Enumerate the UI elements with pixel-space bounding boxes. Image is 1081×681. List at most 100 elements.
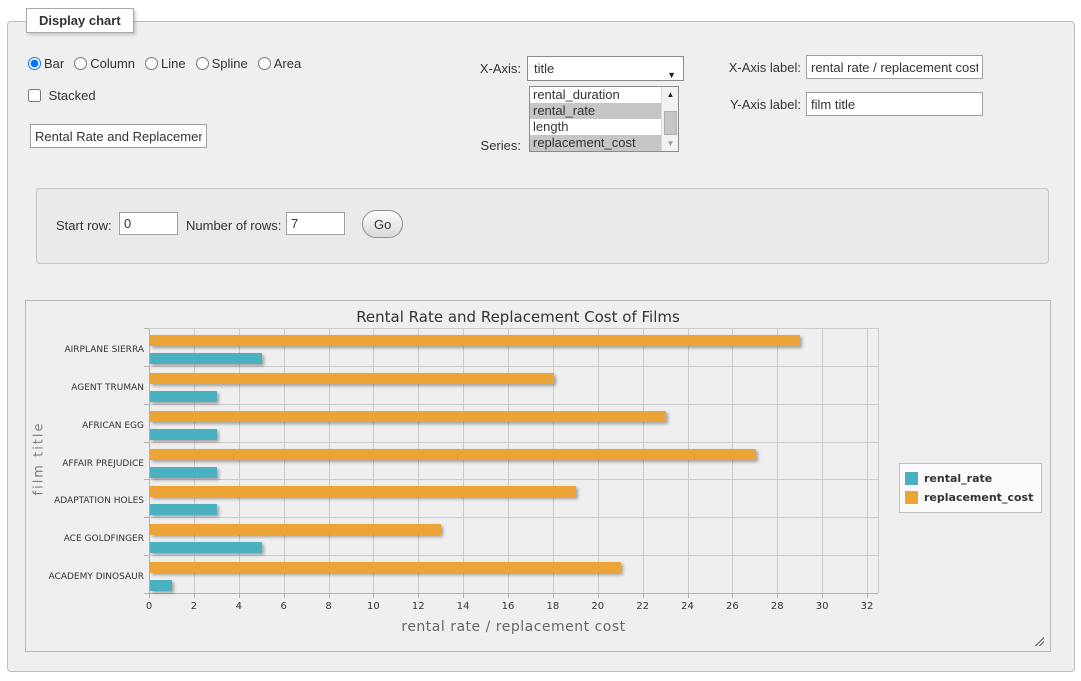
gridline-y-1 — [149, 366, 878, 367]
y-tick-3 — [144, 442, 149, 443]
bar-replacement_cost-6 — [150, 524, 441, 535]
bar-replacement_cost-1 — [150, 335, 800, 346]
x-tick-label-24: 24 — [668, 601, 708, 612]
category-label-6: ACE GOLDFINGER — [32, 534, 144, 544]
x-axis-select-label: X-Axis: — [455, 61, 521, 76]
bar-rental_rate-2 — [150, 391, 217, 402]
start-row-input[interactable] — [119, 212, 178, 235]
chart-type-radio-column[interactable] — [74, 57, 87, 70]
chart-legend: rental_rate replacement_cost — [899, 463, 1042, 513]
x-axis-select[interactable]: title ▼ — [527, 56, 684, 81]
gridline-x-30 — [822, 328, 823, 593]
legend-swatch-rental_rate — [905, 472, 918, 485]
series-option-rental_rate[interactable]: rental_rate — [530, 103, 678, 119]
stacked-row: Stacked — [28, 88, 96, 103]
x-tick-label-4: 4 — [219, 601, 259, 612]
series-option-length[interactable]: length — [530, 119, 678, 135]
chart-type-radio-line[interactable] — [145, 57, 158, 70]
x-tick-label-30: 30 — [802, 601, 842, 612]
bar-rental_rate-4 — [150, 467, 217, 478]
category-label-7: ACADEMY DINOSAUR — [32, 572, 144, 582]
chart-type-radio-group: Bar Column Line Spline Area — [28, 56, 311, 71]
x-axis-line — [149, 593, 878, 594]
y-tick-0 — [144, 328, 149, 329]
num-rows-label: Number of rows: — [186, 218, 281, 233]
chart-type-option-spline: Spline — [196, 56, 248, 71]
gridline-x-20 — [598, 328, 599, 593]
x-tick-label-8: 8 — [309, 601, 349, 612]
gridline-x-28 — [777, 328, 778, 593]
bar-replacement_cost-4 — [150, 449, 756, 460]
x-tick-label-32: 32 — [847, 601, 887, 612]
start-row-label: Start row: — [56, 218, 112, 233]
legend-label-replacement_cost: replacement_cost — [924, 491, 1033, 504]
x-tick-label-18: 18 — [533, 601, 573, 612]
gridline-y-5 — [149, 517, 878, 518]
resize-handle-icon[interactable] — [1033, 635, 1044, 646]
x-tick-label-20: 20 — [578, 601, 618, 612]
legend-item-replacement_cost[interactable]: replacement_cost — [905, 488, 1033, 507]
chart-type-label-spline: Spline — [212, 56, 248, 71]
gridline-x-10 — [373, 328, 374, 593]
series-option-replacement_cost[interactable]: replacement_cost — [530, 135, 678, 151]
gridline-x-32 — [867, 328, 868, 593]
x-tick-label-10: 10 — [353, 601, 393, 612]
y-tick-2 — [144, 404, 149, 405]
stacked-label-wrap: Stacked — [28, 88, 96, 103]
gridline-y-4 — [149, 479, 878, 480]
y-axis-label-caption: Y-Axis label: — [710, 97, 801, 112]
chart-type-label-bar: Bar — [44, 56, 64, 71]
series-scrollbar[interactable]: ▲ ▼ — [661, 87, 678, 151]
bar-replacement_cost-7 — [150, 562, 621, 573]
x-axis-selected-value: title — [534, 61, 554, 76]
page: Display chart BarColumnLineSplineArea St… — [0, 0, 1081, 681]
bar-rental_rate-1 — [150, 353, 262, 364]
x-tick-label-2: 2 — [174, 601, 214, 612]
chart-type-radio-spline[interactable] — [196, 57, 209, 70]
x-tick-label-14: 14 — [443, 601, 483, 612]
x-axis-title: rental rate / replacement cost — [149, 619, 878, 635]
bar-replacement_cost-2 — [150, 373, 554, 384]
chart-title-input[interactable] — [30, 124, 207, 148]
series-listbox[interactable]: rental_durationrental_ratelengthreplacem… — [529, 86, 679, 152]
chart-type-radio-area[interactable] — [258, 57, 271, 70]
series-option-rental_duration[interactable]: rental_duration — [530, 87, 678, 103]
gridline-x-18 — [553, 328, 554, 593]
stacked-checkbox[interactable] — [28, 89, 41, 102]
chart-type-label-area: Area — [274, 56, 301, 71]
gridline-x-12 — [418, 328, 419, 593]
scroll-up-icon[interactable]: ▲ — [662, 87, 679, 102]
stacked-label: Stacked — [49, 88, 96, 103]
gridline-x-24 — [688, 328, 689, 593]
legend-item-rental_rate[interactable]: rental_rate — [905, 469, 1033, 488]
bar-replacement_cost-3 — [150, 411, 666, 422]
scroll-down-icon[interactable]: ▼ — [662, 136, 679, 151]
go-button[interactable]: Go — [362, 210, 403, 238]
x-tick-label-12: 12 — [398, 601, 438, 612]
chart-type-option-area: Area — [258, 56, 301, 71]
x-axis-label-input[interactable] — [806, 55, 983, 79]
y-tick-5 — [144, 517, 149, 518]
gridline-y-2 — [149, 404, 878, 405]
gridline-x-14 — [463, 328, 464, 593]
gridline-x-22 — [643, 328, 644, 593]
gridline-x-26 — [732, 328, 733, 593]
bar-rental_rate-6 — [150, 542, 262, 553]
chart-type-option-line: Line — [145, 56, 186, 71]
category-label-1: AIRPLANE SIERRA — [32, 345, 144, 355]
bar-rental_rate-7 — [150, 580, 172, 591]
chart-type-option-column: Column — [74, 56, 135, 71]
chart-type-label-line: Line — [161, 56, 186, 71]
chart-type-radio-bar[interactable] — [28, 57, 41, 70]
gridline-x-8 — [329, 328, 330, 593]
y-axis-label-input[interactable] — [806, 92, 983, 116]
bar-rental_rate-3 — [150, 429, 217, 440]
scrollbar-thumb[interactable] — [664, 111, 677, 135]
gridline-x-6 — [284, 328, 285, 593]
gridline-y-0 — [149, 328, 878, 329]
chart-title: Rental Rate and Replacement Cost of Film… — [26, 308, 1010, 326]
category-label-5: ADAPTATION HOLES — [32, 496, 144, 506]
num-rows-input[interactable] — [286, 212, 345, 235]
chevron-down-icon: ▼ — [667, 64, 676, 87]
legend-swatch-replacement_cost — [905, 491, 918, 504]
